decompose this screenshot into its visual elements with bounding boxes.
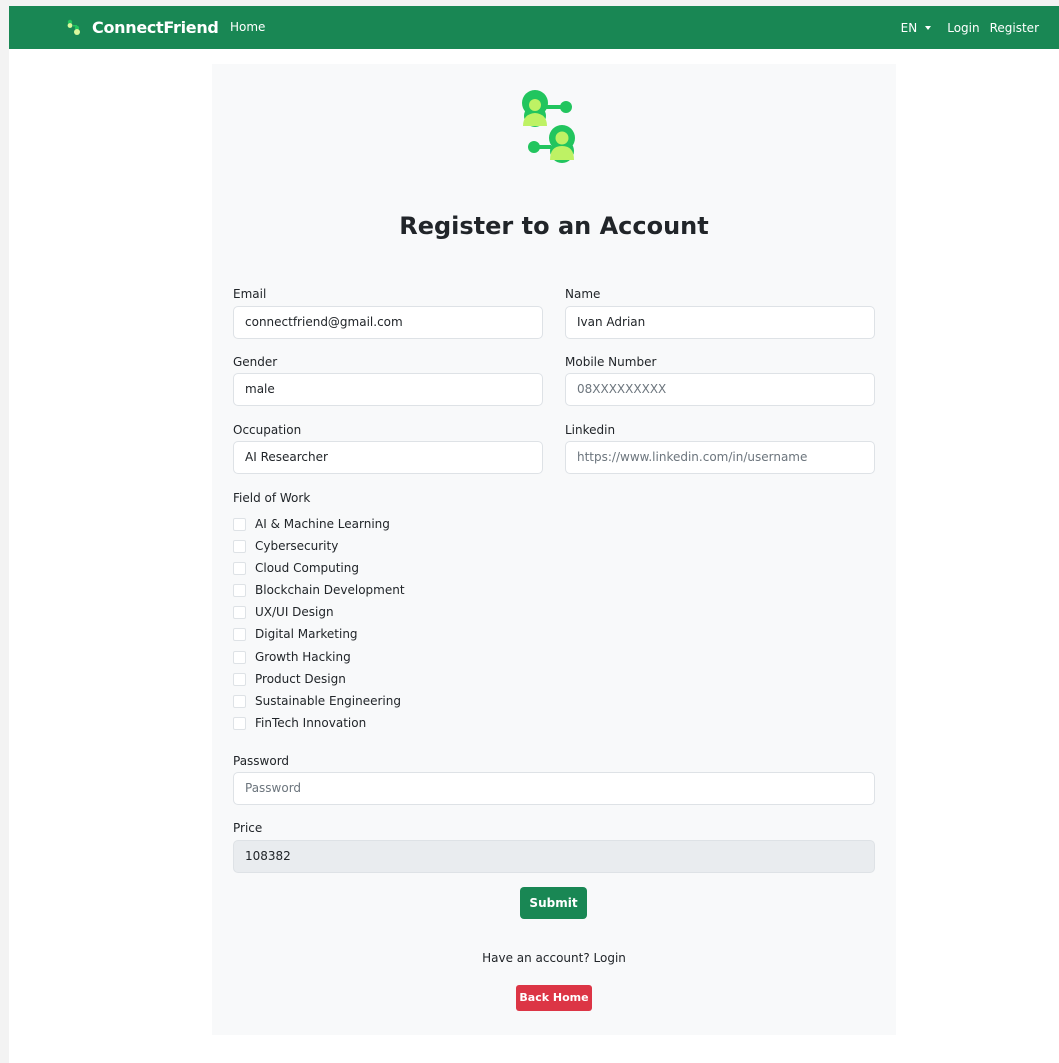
- linkedin-field[interactable]: https://www.linkedin.com/in/username: [565, 441, 875, 474]
- submit-button[interactable]: Submit: [520, 887, 587, 919]
- field-option-uxui[interactable]: UX/UI Design: [233, 605, 334, 619]
- people-network-logo: [522, 90, 575, 163]
- page-title: Register to an Account: [399, 212, 709, 240]
- field-option-sustainable[interactable]: Sustainable Engineering: [233, 694, 401, 708]
- field-option-blockchain[interactable]: Blockchain Development: [233, 583, 405, 597]
- price-label: Price: [233, 821, 263, 835]
- field-option-growth[interactable]: Growth Hacking: [233, 650, 351, 664]
- checkbox[interactable]: [233, 539, 246, 553]
- field-option-label: UX/UI Design: [255, 605, 334, 619]
- brand-name: ConnectFriend: [92, 18, 219, 37]
- field-option-label: Growth Hacking: [255, 650, 351, 664]
- checkbox[interactable]: [233, 517, 246, 531]
- field-option-label: Blockchain Development: [255, 583, 405, 597]
- window-left-edge: [0, 0, 9, 1063]
- field-option-fintech[interactable]: FinTech Innovation: [233, 716, 366, 730]
- gender-field[interactable]: male: [233, 373, 543, 406]
- checkbox[interactable]: [233, 650, 246, 664]
- field-option-label: Sustainable Engineering: [255, 694, 401, 708]
- field-option-label: AI & Machine Learning: [255, 517, 390, 531]
- field-option-label: Cloud Computing: [255, 561, 359, 575]
- name-field[interactable]: Ivan Adrian: [565, 306, 875, 339]
- field-option-label: Product Design: [255, 672, 346, 686]
- register-card: Register to an Account Email connectfrie…: [212, 64, 896, 1035]
- people-connect-icon: [67, 19, 80, 35]
- mobile-field[interactable]: 08XXXXXXXXX: [565, 373, 875, 406]
- field-option-cybersecurity[interactable]: Cybersecurity: [233, 539, 338, 553]
- field-option-label: Digital Marketing: [255, 627, 358, 641]
- mobile-label: Mobile Number: [565, 355, 657, 369]
- have-account-login-link[interactable]: Have an account? Login: [212, 951, 896, 965]
- checkbox[interactable]: [233, 627, 246, 641]
- checkbox[interactable]: [233, 672, 246, 686]
- nav-register-link[interactable]: Register: [990, 21, 1039, 35]
- password-field[interactable]: Password: [233, 772, 875, 805]
- nav-home-link[interactable]: Home: [230, 6, 265, 49]
- price-field: 108382: [233, 840, 875, 873]
- checkbox[interactable]: [233, 694, 246, 708]
- checkbox[interactable]: [233, 716, 246, 730]
- checkbox[interactable]: [233, 561, 246, 575]
- email-field[interactable]: connectfriend@gmail.com: [233, 306, 543, 339]
- field-option-cloud[interactable]: Cloud Computing: [233, 561, 359, 575]
- linkedin-label: Linkedin: [565, 423, 616, 437]
- field-option-label: Cybersecurity: [255, 539, 339, 553]
- field-option-ai[interactable]: AI & Machine Learning: [233, 517, 390, 531]
- nav-login-link[interactable]: Login: [947, 21, 979, 35]
- checkbox[interactable]: [233, 605, 246, 619]
- checkbox[interactable]: [233, 583, 246, 597]
- navbar: ConnectFriend Home EN Login Register: [9, 6, 1059, 49]
- nav-right-group: EN Login Register: [901, 6, 1039, 49]
- back-home-button[interactable]: Back Home: [516, 985, 592, 1011]
- gender-label: Gender: [233, 355, 278, 369]
- chevron-down-icon: [925, 25, 932, 30]
- brand-link[interactable]: ConnectFriend: [65, 6, 219, 49]
- field-of-work-label: Field of Work: [233, 491, 311, 505]
- occupation-field[interactable]: AI Researcher: [233, 441, 543, 474]
- name-label: Name: [565, 287, 601, 301]
- language-label: EN: [900, 20, 918, 35]
- occupation-label: Occupation: [233, 423, 302, 437]
- password-label: Password: [233, 754, 290, 768]
- field-option-label: FinTech Innovation: [255, 716, 367, 730]
- field-option-marketing[interactable]: Digital Marketing: [233, 627, 358, 641]
- field-option-product[interactable]: Product Design: [233, 672, 346, 686]
- language-dropdown[interactable]: EN: [901, 21, 938, 35]
- email-label: Email: [233, 287, 267, 301]
